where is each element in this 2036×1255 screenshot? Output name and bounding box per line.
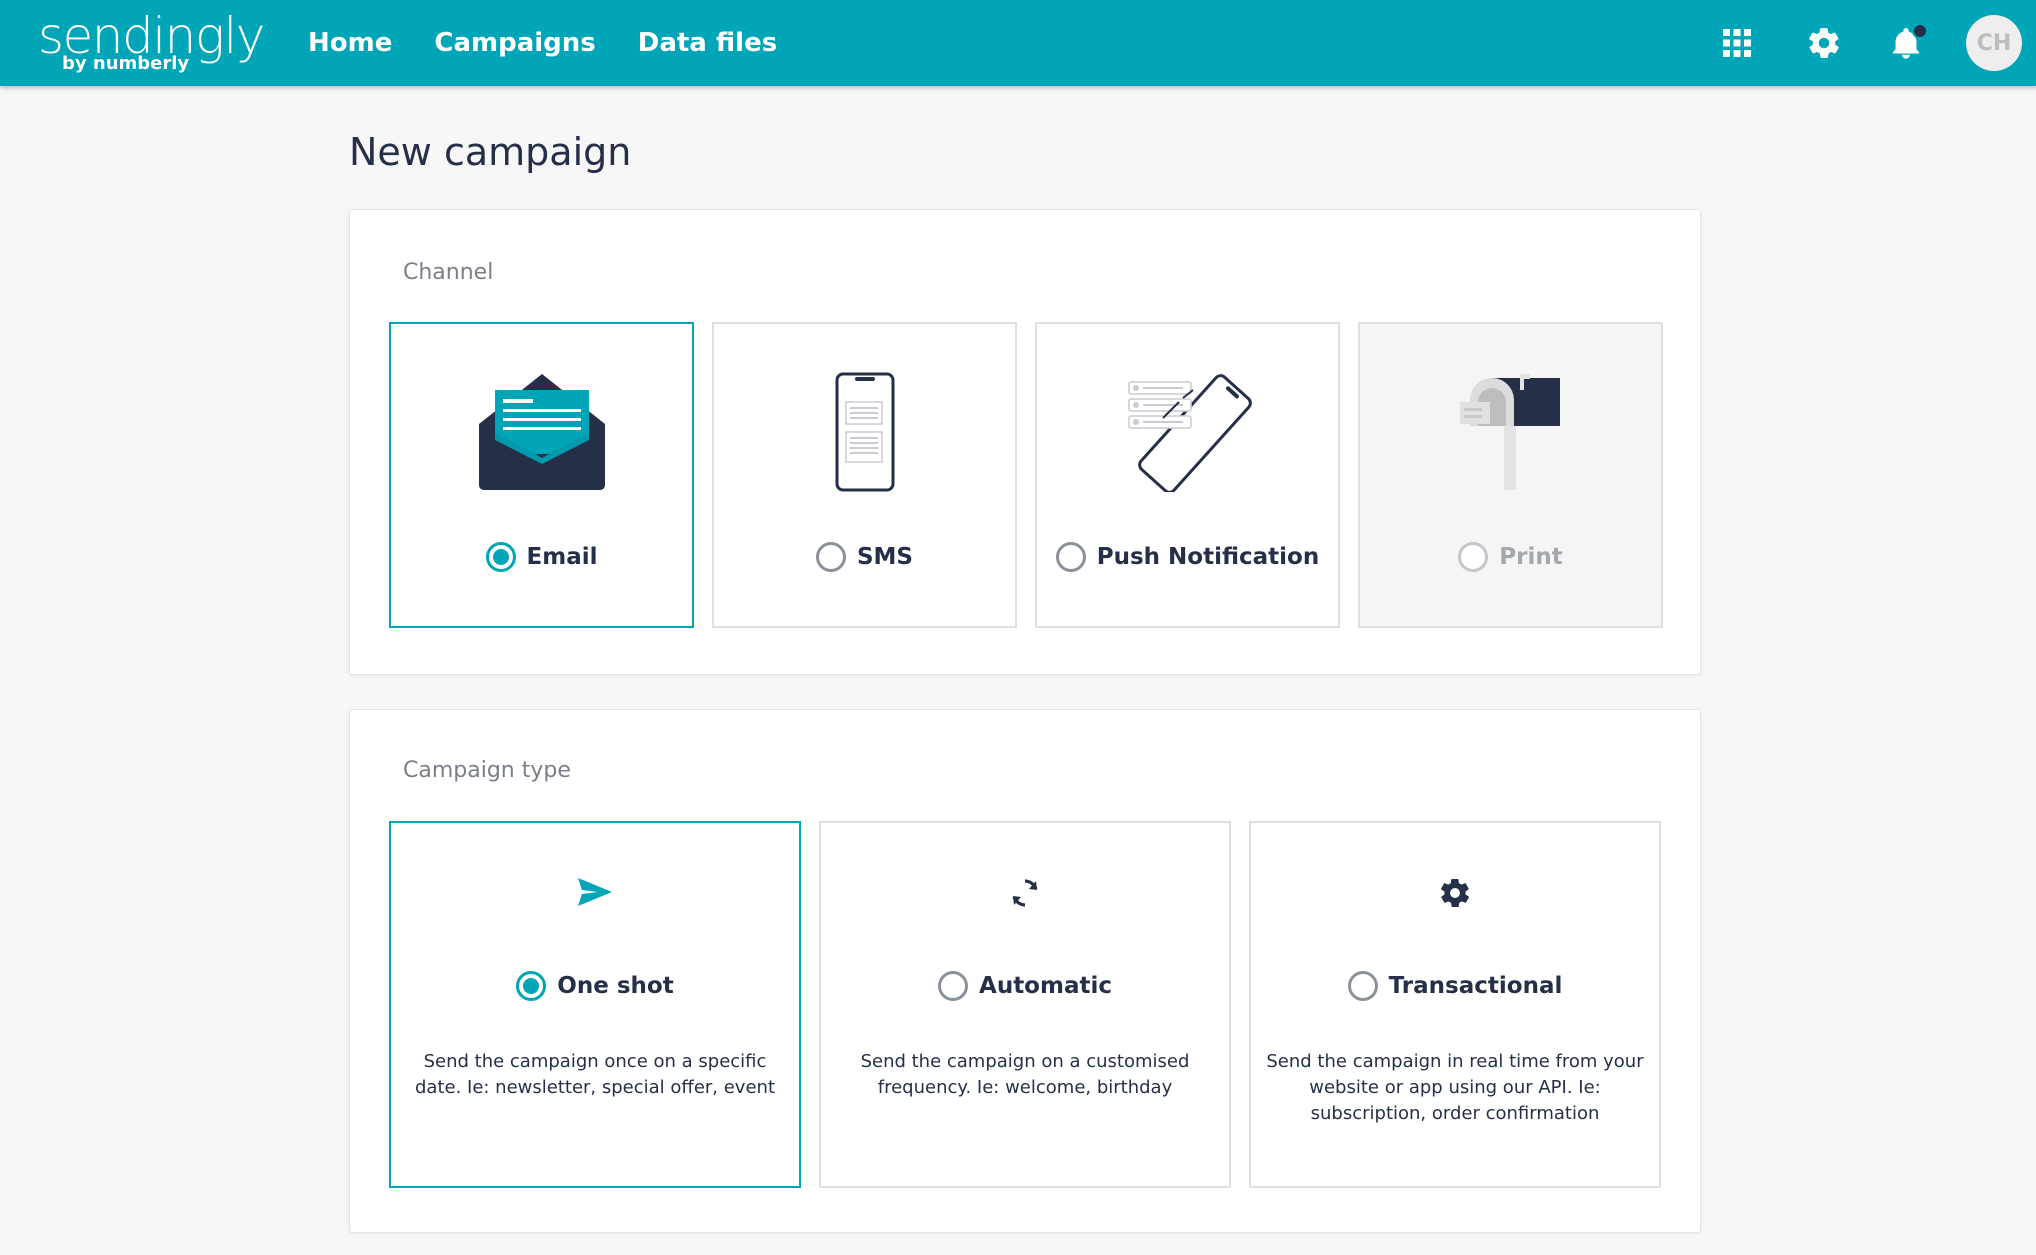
channel-option-email[interactable]: Email	[389, 322, 694, 628]
email-envelope-icon	[391, 372, 692, 492]
radio-one-shot[interactable]	[516, 971, 547, 1001]
radio-sms[interactable]	[815, 542, 846, 572]
channel-option-push-notification[interactable]: Push Notification	[1035, 322, 1340, 628]
radio-email[interactable]	[485, 542, 516, 572]
sendingly-logo[interactable]: sendingly by numberly	[38, 8, 265, 74]
gear-icon	[1251, 876, 1659, 910]
campaign-type-description: Send the campaign in real time from your…	[1266, 1051, 1644, 1124]
channel-section-label: Channel	[403, 260, 494, 285]
push-notification-icon	[1037, 372, 1338, 492]
campaign-type-section: Campaign type One shot Send the campaign…	[349, 709, 1701, 1233]
top-navigation-bar: sendingly by numberly Home Campaigns Dat…	[0, 0, 2036, 86]
radio-print	[1458, 542, 1489, 572]
channel-option-sms[interactable]: SMS	[712, 322, 1017, 628]
campaign-type-label: Automatic	[979, 973, 1112, 999]
page-title: New campaign	[349, 130, 632, 174]
logo-tagline: by numberly	[62, 53, 190, 74]
campaign-type-one-shot[interactable]: One shot Send the campaign once on a spe…	[389, 821, 801, 1188]
apps-grid-icon[interactable]	[1717, 23, 1757, 63]
campaign-type-transactional[interactable]: Transactional Send the campaign in real …	[1249, 821, 1661, 1188]
campaign-type-description: Send the campaign once on a specific dat…	[414, 1051, 776, 1098]
channel-option-label: Print	[1499, 544, 1563, 570]
channel-option-label: Email	[526, 544, 598, 570]
nav-campaigns[interactable]: Campaigns	[434, 28, 595, 58]
refresh-icon	[821, 876, 1229, 910]
channel-option-print: Print	[1358, 322, 1663, 628]
channel-option-label: SMS	[856, 544, 914, 570]
campaign-type-label: Transactional	[1388, 973, 1563, 999]
campaign-type-automatic[interactable]: Automatic Send the campaign on a customi…	[819, 821, 1231, 1188]
campaign-type-description: Send the campaign on a customised freque…	[860, 1051, 1190, 1098]
user-avatar[interactable]: CH	[1966, 15, 2022, 71]
nav-home[interactable]: Home	[308, 28, 392, 58]
main-nav: Home Campaigns Data files	[308, 0, 819, 86]
radio-push-notification[interactable]	[1055, 542, 1086, 572]
radio-automatic[interactable]	[938, 971, 969, 1001]
paper-plane-icon	[391, 876, 799, 908]
campaign-type-section-label: Campaign type	[403, 758, 571, 783]
campaign-type-label: One shot	[557, 973, 674, 999]
radio-transactional[interactable]	[1347, 971, 1378, 1001]
mailbox-icon	[1360, 372, 1661, 492]
channel-section: Channel Email SMS Push Notification Prin…	[349, 209, 1701, 675]
settings-gear-icon[interactable]	[1804, 23, 1844, 63]
channel-option-label: Push Notification	[1096, 544, 1320, 570]
notification-indicator	[1912, 23, 1928, 39]
smartphone-icon	[714, 372, 1015, 492]
nav-data-files[interactable]: Data files	[638, 28, 777, 58]
